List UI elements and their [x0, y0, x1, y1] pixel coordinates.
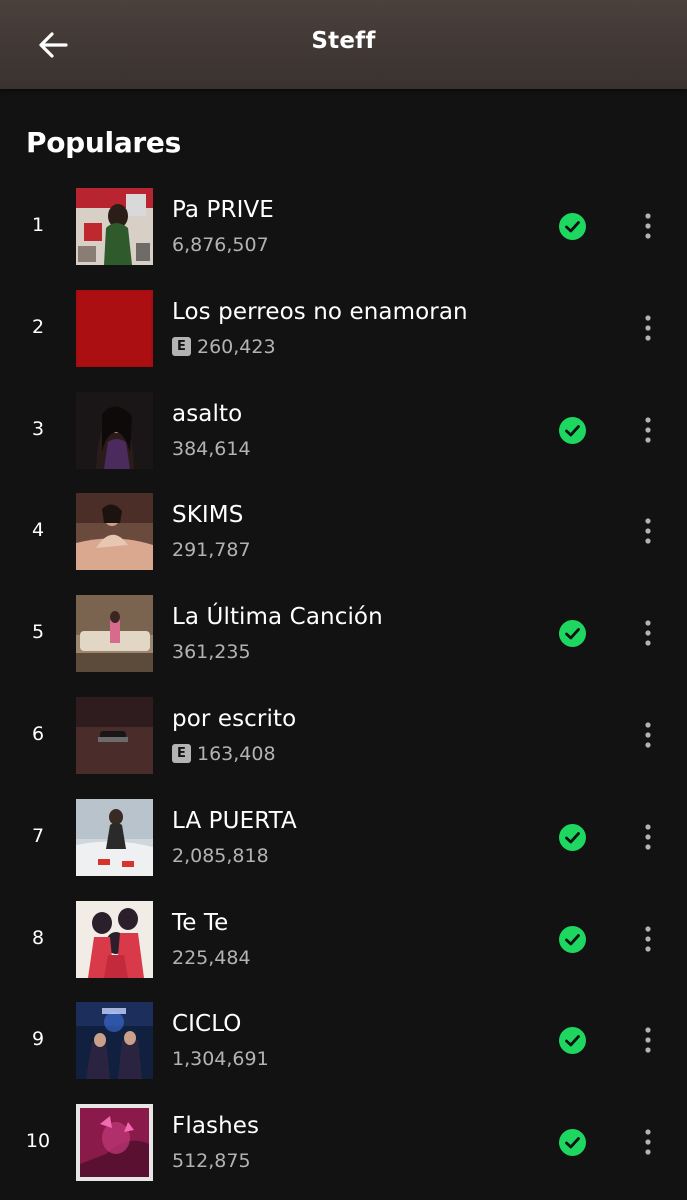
album-cover [76, 1002, 153, 1080]
section-title: Populares [26, 126, 181, 159]
track-plays: 384,614 [172, 438, 251, 460]
track-row[interactable]: 5 La Última Canción 361,235 [0, 582, 687, 684]
check-circle-icon[interactable] [559, 213, 586, 240]
track-rank: 10 [25, 1130, 51, 1153]
track-rank: 5 [31, 621, 45, 644]
track-row[interactable]: 1 Pa PRIVE 6,876,507 [0, 175, 687, 277]
track-plays: 291,787 [172, 539, 251, 561]
check-circle-icon[interactable] [559, 1027, 586, 1055]
more-options-button[interactable] [632, 817, 664, 857]
check-circle-icon[interactable] [559, 925, 586, 953]
more-options-button[interactable] [632, 613, 664, 653]
more-vertical-icon [645, 1027, 651, 1053]
track-title: Te Te [172, 909, 229, 936]
track-title: LA PUERTA [172, 807, 297, 834]
check-circle-icon[interactable] [559, 416, 586, 444]
track-rank: 6 [31, 722, 45, 745]
album-cover [76, 696, 153, 774]
track-rank: 9 [31, 1028, 45, 1051]
track-title: CICLO [172, 1011, 242, 1038]
track-title: Pa PRIVE [172, 197, 274, 223]
track-rank: 4 [31, 519, 45, 542]
track-row[interactable]: 7 LA PUERTA 2,085,818 [0, 786, 687, 888]
album-cover [76, 1104, 153, 1182]
track-rank: 8 [31, 926, 45, 949]
track-row[interactable]: 4 SKIMS 291,787 [0, 480, 687, 582]
track-plays: E 163,408 [172, 743, 276, 765]
album-cover [76, 493, 153, 571]
track-plays: 225,484 [172, 947, 251, 969]
more-options-button[interactable] [632, 1020, 664, 1060]
album-cover [76, 391, 153, 469]
more-options-button[interactable] [632, 206, 664, 246]
more-vertical-icon [645, 315, 651, 341]
track-rank: 3 [31, 417, 45, 440]
play-count: 6,876,507 [172, 234, 269, 256]
explicit-badge: E [172, 337, 191, 357]
check-circle-icon[interactable] [559, 620, 586, 648]
track-row[interactable]: 8 Te Te 225,484 [0, 888, 687, 990]
more-options-button[interactable] [632, 1122, 664, 1162]
play-count: 512,875 [172, 1150, 251, 1173]
album-cover [76, 188, 153, 265]
track-plays: 6,876,507 [172, 234, 269, 256]
album-cover [76, 900, 153, 978]
track-title: La Última Canción [172, 604, 383, 631]
more-options-button[interactable] [632, 919, 664, 959]
track-row[interactable]: 2 Los perreos no enamoran E 260,423 [0, 277, 687, 379]
more-vertical-icon [645, 925, 651, 952]
track-title: SKIMS [172, 502, 244, 529]
track-row[interactable]: 6 por escrito E 163,408 [0, 684, 687, 786]
track-plays: 2,085,818 [172, 845, 269, 867]
check-circle-icon[interactable] [559, 1129, 586, 1157]
track-plays: 1,304,691 [172, 1048, 269, 1070]
more-vertical-icon [645, 1129, 651, 1155]
more-options-button[interactable] [632, 308, 664, 348]
track-title: Flashes [172, 1113, 260, 1140]
track-plays: 512,875 [172, 1150, 251, 1172]
more-options-button[interactable] [632, 410, 664, 450]
track-plays: 361,235 [172, 641, 251, 663]
track-rank: 7 [31, 824, 45, 847]
more-vertical-icon [645, 518, 651, 544]
more-vertical-icon [645, 620, 651, 646]
more-vertical-icon [645, 416, 651, 443]
play-count: 163,408 [197, 742, 276, 765]
track-title: Los perreos no enamoran [172, 298, 468, 325]
play-count: 384,614 [172, 437, 251, 460]
track-rank: 1 [31, 214, 45, 236]
more-vertical-icon [645, 824, 651, 850]
play-count: 2,085,818 [172, 844, 269, 867]
more-vertical-icon [645, 213, 651, 239]
more-options-button[interactable] [632, 715, 664, 755]
play-count: 361,235 [172, 641, 251, 664]
explicit-badge: E [172, 744, 191, 764]
play-count: 225,484 [172, 946, 251, 969]
more-vertical-icon [645, 722, 651, 748]
check-circle-icon[interactable] [559, 823, 586, 851]
album-cover [76, 798, 153, 876]
popular-tracks-list: 1 Pa PRIVE 6,876,507 2 Los perreos no en… [0, 175, 687, 1193]
play-count: 1,304,691 [172, 1048, 269, 1071]
album-cover [76, 595, 153, 673]
track-title: asalto [172, 400, 243, 427]
track-rank: 2 [31, 315, 45, 338]
track-title: por escrito [172, 705, 297, 732]
more-options-button[interactable] [632, 511, 664, 551]
track-plays: E 260,423 [172, 336, 276, 358]
top-bar: Steff [0, 0, 687, 89]
play-count: 260,423 [197, 335, 276, 358]
album-cover [76, 289, 153, 367]
track-row[interactable]: 10 Flashes 512,875 [0, 1091, 687, 1193]
artist-name-title: Steff [311, 28, 376, 54]
play-count: 291,787 [172, 539, 251, 562]
track-row[interactable]: 3 asalto 384,614 [0, 379, 687, 481]
track-row[interactable]: 9 CICLO 1,304,691 [0, 989, 687, 1091]
